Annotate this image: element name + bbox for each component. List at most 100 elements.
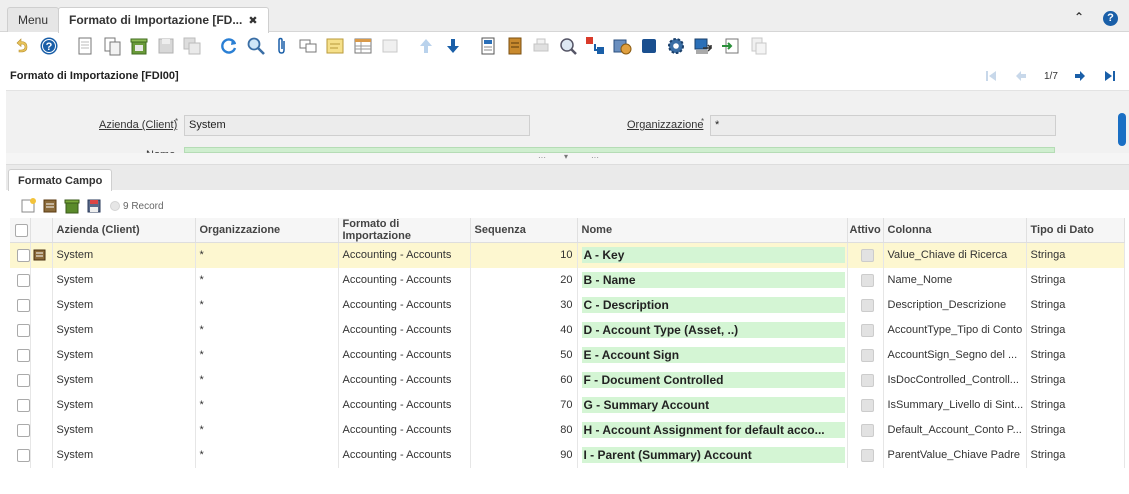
column-cell[interactable]: Name_Nome	[883, 267, 1027, 293]
sequence-cell[interactable]: 70	[470, 392, 578, 418]
row-checkbox[interactable]	[10, 317, 31, 343]
sequence-cell[interactable]: 50	[470, 342, 578, 368]
active-checkbox[interactable]	[860, 348, 874, 362]
settings-gear-icon[interactable]	[666, 36, 686, 56]
grid-edit-icon[interactable]	[42, 198, 58, 214]
row-checkbox[interactable]	[10, 367, 31, 393]
save-new-icon[interactable]	[182, 36, 202, 56]
org-cell[interactable]: *	[195, 292, 339, 318]
active-cell[interactable]	[847, 417, 884, 443]
sequence-cell[interactable]: 10	[470, 242, 578, 268]
next-record-icon[interactable]	[1074, 70, 1086, 85]
sequence-cell[interactable]: 30	[470, 292, 578, 318]
name-cell[interactable]: F - Document Controlled	[577, 367, 848, 393]
table-row[interactable]: System * Accounting - Accounts 30 C - Descri…	[10, 292, 1125, 318]
org-cell[interactable]: *	[195, 242, 339, 268]
datatype-cell[interactable]: Stringa	[1026, 367, 1125, 393]
previous-record-icon[interactable]	[1015, 70, 1027, 85]
row-edit-cell[interactable]	[30, 442, 53, 468]
org-cell[interactable]: *	[195, 367, 339, 393]
column-cell[interactable]: AccountSign_Segno del ...	[883, 342, 1027, 368]
row-checkbox[interactable]	[10, 267, 31, 293]
client-cell[interactable]: System	[52, 367, 196, 393]
client-cell[interactable]: System	[52, 417, 196, 443]
name-cell[interactable]: B - Name	[577, 267, 848, 293]
table-row[interactable]: System * Accounting - Accounts 40 D - Accoun…	[10, 317, 1125, 343]
close-icon[interactable]: ✖	[248, 15, 257, 27]
column-cell[interactable]: Default_Account_Conto P...	[883, 417, 1027, 443]
tab-menu[interactable]: Menu	[7, 7, 60, 32]
refresh-icon[interactable]	[219, 36, 239, 56]
select-all-checkbox[interactable]	[10, 218, 31, 243]
org-cell[interactable]: *	[195, 267, 339, 293]
next-record-arrow-icon[interactable]	[443, 36, 463, 56]
edit-row-icon[interactable]	[33, 249, 47, 261]
name-cell[interactable]: H - Account Assignment for default acco.…	[577, 417, 848, 443]
datatype-cell[interactable]: Stringa	[1026, 392, 1125, 418]
active-checkbox[interactable]	[860, 298, 874, 312]
active-checkbox[interactable]	[860, 323, 874, 337]
process-icon[interactable]	[639, 36, 659, 56]
column-header[interactable]: Organizzazione	[195, 218, 339, 243]
active-checkbox[interactable]	[860, 373, 874, 387]
row-checkbox[interactable]	[10, 292, 31, 318]
client-cell[interactable]: System	[52, 442, 196, 468]
column-header[interactable]: Sequenza	[470, 218, 578, 243]
column-cell[interactable]: IsSummary_Livello di Sint...	[883, 392, 1027, 418]
format-cell[interactable]: Accounting - Accounts	[338, 317, 471, 343]
grid-delete-icon[interactable]	[64, 198, 80, 214]
org-cell[interactable]: *	[195, 392, 339, 418]
datatype-cell[interactable]: Stringa	[1026, 242, 1125, 268]
format-cell[interactable]: Accounting - Accounts	[338, 417, 471, 443]
row-checkbox[interactable]	[10, 242, 31, 268]
attachment-icon[interactable]	[272, 36, 292, 56]
first-record-icon[interactable]	[985, 70, 997, 85]
org-cell[interactable]: *	[195, 442, 339, 468]
format-cell[interactable]: Accounting - Accounts	[338, 342, 471, 368]
format-cell[interactable]: Accounting - Accounts	[338, 367, 471, 393]
form-scrollbar[interactable]	[1118, 113, 1126, 146]
history-icon[interactable]	[380, 36, 400, 56]
active-checkbox[interactable]	[860, 398, 874, 412]
name-cell[interactable]: G - Summary Account	[577, 392, 848, 418]
row-edit-cell[interactable]	[30, 392, 53, 418]
sequence-cell[interactable]: 60	[470, 367, 578, 393]
active-cell[interactable]	[847, 392, 884, 418]
name-cell[interactable]: E - Account Sign	[577, 342, 848, 368]
table-row[interactable]: System * Accounting - Accounts 70 G - Summar…	[10, 392, 1125, 418]
delete-record-icon[interactable]	[129, 36, 149, 56]
row-edit-cell[interactable]	[30, 342, 53, 368]
sequence-cell[interactable]: 40	[470, 317, 578, 343]
grid-new-icon[interactable]	[20, 198, 36, 214]
row-edit-cell[interactable]	[30, 292, 53, 318]
active-checkbox[interactable]	[860, 448, 874, 462]
collapse-icon[interactable]: ⌃	[1074, 10, 1084, 24]
datatype-cell[interactable]: Stringa	[1026, 342, 1125, 368]
last-record-icon[interactable]	[1104, 70, 1116, 85]
column-header[interactable]: Formato di Importazione	[338, 218, 471, 243]
column-header[interactable]: Nome	[577, 218, 848, 243]
workflow-icon[interactable]	[585, 36, 605, 56]
org-cell[interactable]: *	[195, 417, 339, 443]
row-edit-cell[interactable]	[30, 417, 53, 443]
datatype-cell[interactable]: Stringa	[1026, 417, 1125, 443]
format-cell[interactable]: Accounting - Accounts	[338, 267, 471, 293]
row-edit-cell[interactable]	[30, 317, 53, 343]
client-cell[interactable]: System	[52, 342, 196, 368]
import-icon[interactable]	[720, 36, 740, 56]
column-header[interactable]: Attivo	[847, 218, 884, 243]
column-cell[interactable]: IsDocControlled_Controll...	[883, 367, 1027, 393]
format-cell[interactable]: Accounting - Accounts	[338, 392, 471, 418]
sequence-cell[interactable]: 20	[470, 267, 578, 293]
row-checkbox[interactable]	[10, 342, 31, 368]
row-edit-cell[interactable]	[30, 242, 53, 268]
file-icon[interactable]	[748, 36, 768, 56]
sequence-cell[interactable]: 80	[470, 417, 578, 443]
tab-import-format[interactable]: Formato di Importazione [FD... ✖	[58, 7, 269, 33]
name-cell[interactable]: A - Key	[577, 242, 848, 268]
row-edit-cell[interactable]	[30, 267, 53, 293]
tab-formato-campo[interactable]: Formato Campo	[8, 169, 113, 191]
archive-icon[interactable]	[505, 36, 525, 56]
table-row[interactable]: System * Accounting - Accounts 90 I - Parent…	[10, 442, 1125, 468]
print-icon[interactable]	[531, 36, 551, 56]
